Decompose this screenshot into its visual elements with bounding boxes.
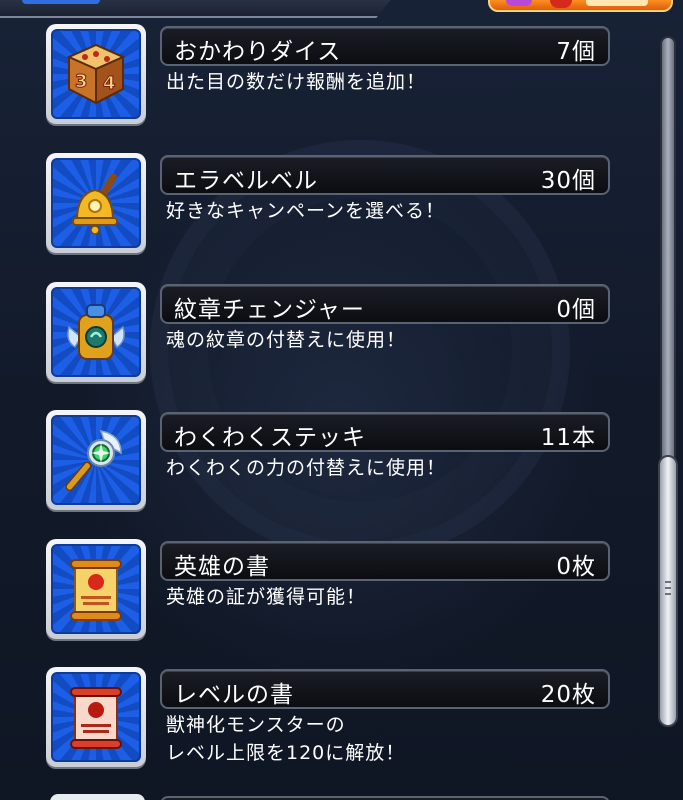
item-count: 30個 — [540, 168, 596, 194]
list-item[interactable]: 紋章チェンジャー 0個 魂の紋章の付替えに使用！ — [0, 282, 640, 392]
scrollbar-thumb[interactable] — [658, 455, 678, 727]
item-description: 魂の紋章の付替えに使用！ — [166, 329, 407, 351]
item-count: 0枚 — [556, 554, 596, 580]
item-icon-frame — [46, 153, 146, 253]
crest-changer-icon — [67, 304, 125, 360]
wand-icon — [65, 430, 122, 492]
item-count: 20枚 — [540, 682, 596, 708]
item-name-bar: レベルの書 20枚 — [160, 669, 610, 709]
item-icon-frame — [46, 410, 146, 510]
svg-text:4: 4 — [103, 73, 116, 94]
item-count: 7個 — [556, 39, 596, 65]
item-count: 11本 — [540, 425, 596, 451]
list-item[interactable]: わくわくステッキ 11本 わくわくの力の付替えに使用！ — [0, 410, 640, 520]
bell-icon — [72, 173, 118, 235]
item-description: 英雄の証が獲得可能！ — [166, 586, 367, 608]
list-item[interactable]: レベルの書 20枚 獣神化モンスターの レベル上限を120に解放！ — [0, 667, 640, 787]
item-name: 英雄の書 — [174, 554, 270, 580]
next-item-icon-peek — [50, 794, 145, 800]
item-list: 3 4 おかわりダイス 7個 出た目の数だけ報酬を追加！ エラベルベル 30個 … — [0, 0, 683, 800]
list-item[interactable]: 英雄の書 0枚 英雄の証が獲得可能！ — [0, 539, 640, 649]
scroll-grip-icon — [665, 581, 671, 583]
item-icon-frame — [46, 282, 146, 382]
list-item[interactable]: エラベルベル 30個 好きなキャンペーンを選べる！ — [0, 153, 640, 263]
scroll-red-icon — [70, 687, 122, 749]
scroll-gold-icon — [70, 559, 122, 621]
next-item-bar-peek — [160, 796, 610, 800]
item-name-bar: エラベルベル 30個 — [160, 155, 610, 195]
item-count: 0個 — [556, 297, 596, 323]
item-icon-frame: 3 4 — [46, 24, 146, 124]
list-item[interactable]: 3 4 おかわりダイス 7個 出た目の数だけ報酬を追加！ — [0, 24, 640, 134]
item-description: 出た目の数だけ報酬を追加！ — [166, 71, 427, 93]
item-name: 紋章チェンジャー — [174, 297, 365, 323]
item-name-bar: 英雄の書 0枚 — [160, 541, 610, 581]
svg-text:3: 3 — [75, 71, 88, 92]
item-description-line-2: レベル上限を120に解放！ — [166, 742, 406, 764]
item-name-bar: わくわくステッキ 11本 — [160, 412, 610, 452]
item-name: エラベルベル — [174, 168, 318, 194]
dice-icon: 3 4 — [66, 43, 126, 105]
item-icon-frame — [46, 539, 146, 639]
item-description-line-1: 獣神化モンスターの — [166, 714, 346, 736]
item-icon-frame — [46, 667, 146, 767]
item-name-bar: 紋章チェンジャー 0個 — [160, 284, 610, 324]
item-name-bar: おかわりダイス 7個 — [160, 26, 610, 66]
item-name: レベルの書 — [174, 682, 294, 708]
item-description: わくわくの力の付替えに使用！ — [166, 457, 447, 479]
item-name: おかわりダイス — [174, 39, 342, 65]
item-name: わくわくステッキ — [174, 425, 366, 451]
item-description: 好きなキャンペーンを選べる！ — [166, 200, 446, 222]
